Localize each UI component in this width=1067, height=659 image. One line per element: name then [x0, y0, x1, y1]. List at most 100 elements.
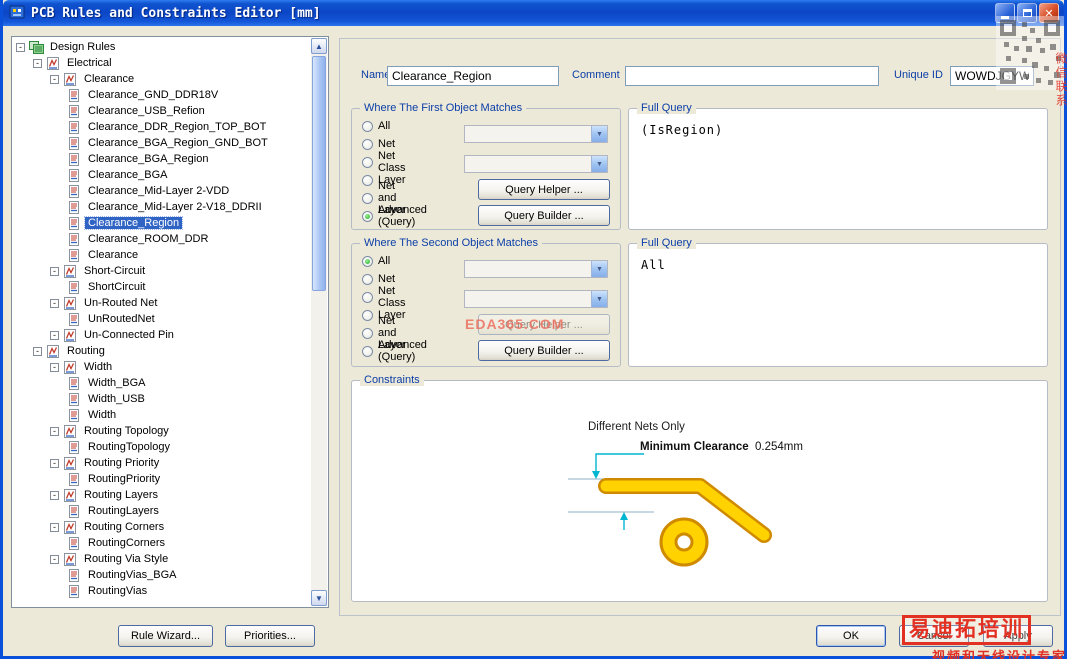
- collapse-minus-icon[interactable]: -: [16, 42, 25, 52]
- second-query-builder-button[interactable]: Query Builder ...: [478, 340, 610, 361]
- radio-selected-icon: [362, 210, 373, 222]
- tree-item-electrical[interactable]: - Electrical: [13, 55, 310, 71]
- rule-name-input[interactable]: [387, 66, 559, 86]
- tree-item-clearance-bga-region-gnd-bot[interactable]: Clearance_BGA_Region_GND_BOT: [13, 135, 310, 151]
- tree-item-width-usb[interactable]: Width_USB: [13, 391, 310, 407]
- second-match-class-combo[interactable]: ▼: [464, 290, 608, 308]
- radio-net[interactable]: Net: [362, 137, 395, 151]
- collapse-minus-icon[interactable]: -: [50, 426, 59, 436]
- rule-type-icon: [63, 456, 78, 470]
- tree-item-routingvias[interactable]: RoutingVias: [13, 583, 310, 599]
- chevron-down-icon[interactable]: ▼: [591, 126, 607, 142]
- collapse-minus-icon[interactable]: -: [50, 522, 59, 532]
- first-query-helper-button[interactable]: Query Helper ...: [478, 179, 610, 200]
- radio-advanced-query[interactable]: Advanced (Query): [362, 339, 427, 363]
- tree-item-clearance-ddr-region-top-bot[interactable]: Clearance_DDR_Region_TOP_BOT: [13, 119, 310, 135]
- radio-net-and-layer[interactable]: Net and Layer: [362, 180, 406, 216]
- chevron-down-icon[interactable]: ▼: [591, 156, 607, 172]
- collapse-minus-icon[interactable]: -: [50, 266, 59, 276]
- tree-item-short-circuit[interactable]: - Short-Circuit: [13, 263, 310, 279]
- tree-item-label: Width_USB: [88, 393, 145, 405]
- chevron-down-icon[interactable]: ▼: [591, 261, 607, 277]
- design-rules-icon: [29, 40, 44, 54]
- collapse-minus-icon[interactable]: -: [50, 74, 59, 84]
- tree-item-label: RoutingCorners: [88, 537, 166, 549]
- tree-item-routing-layers[interactable]: - Routing Layers: [13, 487, 310, 503]
- tree-item-routing-topology[interactable]: - Routing Topology: [13, 423, 310, 439]
- tree-item-routingvias-bga[interactable]: RoutingVias_BGA: [13, 567, 310, 583]
- rule-icon: [67, 216, 82, 230]
- tree-item-label: Routing Topology: [84, 425, 169, 437]
- tree-item-width[interactable]: - Width: [13, 359, 310, 375]
- tree-item-routing-via-style[interactable]: - Routing Via Style: [13, 551, 310, 567]
- collapse-minus-icon[interactable]: -: [33, 58, 42, 68]
- tree-item-label: Electrical: [67, 57, 112, 69]
- tree-item-un-routed-net[interactable]: - Un-Routed Net: [13, 295, 310, 311]
- radio-net-and-layer[interactable]: Net and Layer: [362, 315, 406, 351]
- rule-icon: [67, 472, 82, 486]
- second-object-matches-group: Where The Second Object Matches All Net Ne…: [351, 237, 621, 367]
- tree-item-label: Clearance_BGA_Region_GND_BOT: [88, 137, 268, 149]
- tree-item-label: Routing: [67, 345, 105, 357]
- tree-item-routingtopology[interactable]: RoutingTopology: [13, 439, 310, 455]
- ok-button[interactable]: OK: [816, 625, 886, 647]
- tree-item-clearance[interactable]: - Clearance: [13, 71, 310, 87]
- title-bar[interactable]: PCB Rules and Constraints Editor [mm] ✕: [3, 0, 1064, 26]
- tree-item-unroutednet[interactable]: UnRoutedNet: [13, 311, 310, 327]
- collapse-minus-icon[interactable]: -: [33, 346, 42, 356]
- collapse-minus-icon[interactable]: -: [50, 298, 59, 308]
- tree-item-clearance-mid-layer-2-vdd[interactable]: Clearance_Mid-Layer 2-VDD: [13, 183, 310, 199]
- radio-all[interactable]: All: [362, 254, 390, 268]
- tree-item-clearance-bga[interactable]: Clearance_BGA: [13, 167, 310, 183]
- tree-item-label: Clearance_BGA_Region: [88, 153, 209, 165]
- tree-item-clearance-region[interactable]: Clearance_Region: [13, 215, 310, 231]
- radio-net[interactable]: Net: [362, 272, 395, 286]
- tree-item-un-connected-pin[interactable]: - Un-Connected Pin: [13, 327, 310, 343]
- scrollbar-thumb[interactable]: [312, 56, 326, 291]
- tree-item-width[interactable]: Width: [13, 407, 310, 423]
- tree-item-width-bga[interactable]: Width_BGA: [13, 375, 310, 391]
- tree-item-clearance-bga-region[interactable]: Clearance_BGA_Region: [13, 151, 310, 167]
- rule-wizard-button[interactable]: Rule Wizard...: [118, 625, 213, 647]
- tree-item-clearance-usb-refion[interactable]: Clearance_USB_Refion: [13, 103, 310, 119]
- comment-input[interactable]: [625, 66, 879, 86]
- tree-item-routingcorners[interactable]: RoutingCorners: [13, 535, 310, 551]
- tree-item-label: Routing Layers: [84, 489, 158, 501]
- chevron-down-icon[interactable]: ▼: [591, 291, 607, 307]
- scroll-down-icon[interactable]: ▼: [311, 590, 327, 606]
- collapse-minus-icon[interactable]: -: [50, 458, 59, 468]
- tree-item-routinglayers[interactable]: RoutingLayers: [13, 503, 310, 519]
- first-full-query-text: (IsRegion): [641, 123, 724, 137]
- radio-net-class[interactable]: Net Class: [362, 285, 406, 309]
- rules-tree-rows: - Design Rules - Electrical - Clearance Cleara…: [13, 39, 310, 606]
- first-query-builder-button[interactable]: Query Builder ...: [478, 205, 610, 226]
- collapse-minus-icon[interactable]: -: [50, 554, 59, 564]
- first-match-net-combo[interactable]: ▼: [464, 125, 608, 143]
- collapse-minus-icon[interactable]: -: [50, 362, 59, 372]
- tree-item-routing[interactable]: - Routing: [13, 343, 310, 359]
- tree-scrollbar[interactable]: ▲ ▼: [311, 38, 327, 606]
- first-match-class-combo[interactable]: ▼: [464, 155, 608, 173]
- radio-label: Advanced (Query): [378, 339, 427, 363]
- first-full-query-group: Full Query (IsRegion): [628, 102, 1048, 230]
- tree-item-clearance-room-ddr[interactable]: Clearance_ROOM_DDR: [13, 231, 310, 247]
- min-clearance-value: 0.254mm: [755, 441, 803, 453]
- rule-icon: [67, 152, 82, 166]
- second-match-net-combo[interactable]: ▼: [464, 260, 608, 278]
- radio-net-class[interactable]: Net Class: [362, 150, 406, 174]
- tree-item-routing-priority[interactable]: - Routing Priority: [13, 455, 310, 471]
- tree-item-clearance-gnd-ddr18v[interactable]: Clearance_GND_DDR18V: [13, 87, 310, 103]
- scroll-up-icon[interactable]: ▲: [311, 38, 327, 54]
- tree-item-routingpriority[interactable]: RoutingPriority: [13, 471, 310, 487]
- radio-all[interactable]: All: [362, 119, 390, 133]
- tree-item-shortcircuit[interactable]: ShortCircuit: [13, 279, 310, 295]
- priorities-button[interactable]: Priorities...: [225, 625, 315, 647]
- tree-item-clearance-mid-layer-2-v18-ddrii[interactable]: Clearance_Mid-Layer 2-V18_DDRII: [13, 199, 310, 215]
- tree-item-routing-corners[interactable]: - Routing Corners: [13, 519, 310, 535]
- tree-item-label: RoutingTopology: [88, 441, 170, 453]
- tree-item-design-rules[interactable]: - Design Rules: [13, 39, 310, 55]
- collapse-minus-icon[interactable]: -: [50, 330, 59, 340]
- radio-advanced-query[interactable]: Advanced (Query): [362, 204, 427, 228]
- collapse-minus-icon[interactable]: -: [50, 490, 59, 500]
- tree-item-clearance[interactable]: Clearance: [13, 247, 310, 263]
